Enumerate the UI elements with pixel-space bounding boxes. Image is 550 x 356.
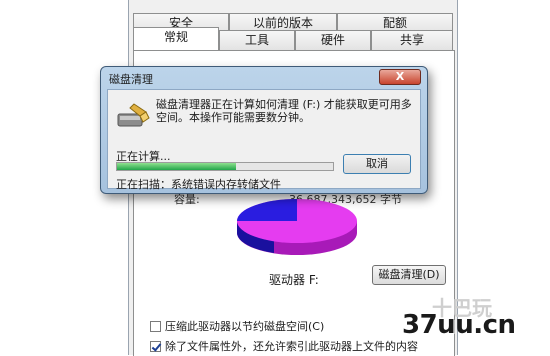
compress-option-label: 压缩此驱动器以节约磁盘空间(C) [165, 320, 325, 333]
scan-prefix: 正在扫描： [116, 178, 171, 191]
dialog-message: 磁盘清理器正在计算如何清理 (F:) 才能获取更可用多空间。本操作可能需要数分钟… [156, 98, 412, 124]
scan-status: 正在扫描：系统错误内存转储文件 [116, 176, 281, 192]
site-watermark: 37uu.cn [402, 310, 516, 340]
tab-tools[interactable]: 工具 [219, 30, 295, 50]
disk-cleanup-button[interactable]: 磁盘清理(D) [372, 265, 446, 285]
drive-label: 驱动器 F: [269, 273, 319, 287]
cancel-button[interactable]: 取消 [343, 154, 411, 174]
disk-usage-pie [237, 199, 357, 255]
compress-drive-option[interactable]: 压缩此驱动器以节约磁盘空间(C) [150, 318, 324, 334]
tab-hardware[interactable]: 硬件 [295, 30, 371, 50]
pie-chart-icon [237, 199, 357, 255]
disk-cleanup-dialog: 磁盘清理 X 磁盘清理器正在计算如何清理 (F:) 才能获取更可用多空间。本操作… [100, 66, 428, 194]
close-icon[interactable]: X [379, 69, 421, 85]
progress-fill [117, 163, 236, 170]
tab-row-bottom: 常规 工具 硬件 共享 [133, 27, 453, 50]
disk-cleanup-icon [117, 103, 150, 127]
index-checkbox[interactable] [150, 340, 161, 352]
pie-top-used [237, 199, 297, 221]
dialog-body: 磁盘清理器正在计算如何清理 (F:) 才能获取更可用多空间。本操作可能需要数分钟… [107, 89, 421, 192]
dialog-title: 磁盘清理 [109, 73, 153, 86]
progress-bar [116, 162, 334, 171]
index-option-label: 除了文件属性外，还允许索引此驱动器上文件的内容 [165, 340, 418, 353]
index-contents-option[interactable]: 除了文件属性外，还允许索引此驱动器上文件的内容 [150, 338, 418, 354]
tab-general[interactable]: 常规 [133, 27, 219, 50]
tab-sharing[interactable]: 共享 [371, 30, 453, 50]
compress-checkbox[interactable] [150, 320, 161, 332]
scan-item: 系统错误内存转储文件 [171, 178, 281, 191]
